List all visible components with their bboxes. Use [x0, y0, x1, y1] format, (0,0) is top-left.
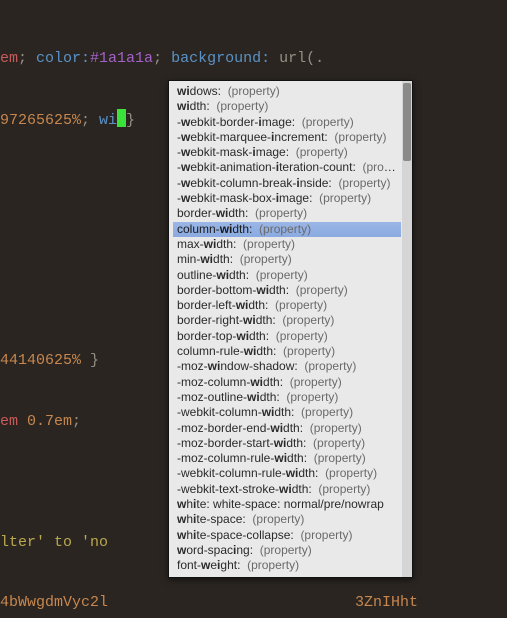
autocomplete-list[interactable]: widows: (property)width: (property)-webk…: [173, 84, 401, 572]
autocomplete-item[interactable]: width: (property): [173, 99, 401, 114]
autocomplete-item[interactable]: outline-width: (property): [173, 268, 401, 283]
autocomplete-item[interactable]: column-width: (property): [173, 222, 401, 237]
autocomplete-item[interactable]: -moz-outline-width: (property): [173, 390, 401, 405]
autocomplete-item[interactable]: white-space-collapse: (property): [173, 528, 401, 543]
autocomplete-item[interactable]: column-rule-width: (property): [173, 344, 401, 359]
autocomplete-popup[interactable]: widows: (property)width: (property)-webk…: [168, 80, 413, 578]
autocomplete-item[interactable]: -webkit-mask-box-image: (property): [173, 191, 401, 206]
autocomplete-item[interactable]: -moz-border-start-width: (property): [173, 436, 401, 451]
autocomplete-item[interactable]: border-width: (property): [173, 206, 401, 221]
autocomplete-item[interactable]: -webkit-border-image: (property): [173, 115, 401, 130]
autocomplete-item[interactable]: font-weight: (property): [173, 558, 401, 572]
scrollbar-thumb[interactable]: [403, 83, 411, 161]
autocomplete-item[interactable]: border-top-width: (property): [173, 329, 401, 344]
autocomplete-item[interactable]: -moz-window-shadow: (property): [173, 359, 401, 374]
code-line: 4bWwgdmVyc2l3ZnIHht: [0, 593, 507, 613]
autocomplete-scrollbar[interactable]: [402, 81, 412, 577]
autocomplete-item[interactable]: widows: (property): [173, 84, 401, 99]
autocomplete-item[interactable]: word-spacing: (property): [173, 543, 401, 558]
autocomplete-item[interactable]: white: white-space: normal/pre/nowrap: [173, 497, 401, 512]
autocomplete-item[interactable]: -webkit-text-stroke-width: (property): [173, 482, 401, 497]
autocomplete-item[interactable]: -webkit-animation-iteration-count: (prop…: [173, 160, 401, 175]
autocomplete-item[interactable]: -webkit-column-rule-width: (property): [173, 466, 401, 481]
autocomplete-item[interactable]: -moz-column-width: (property): [173, 375, 401, 390]
autocomplete-item[interactable]: max-width: (property): [173, 237, 401, 252]
autocomplete-item[interactable]: -webkit-column-break-inside: (property): [173, 176, 401, 191]
autocomplete-item[interactable]: white-space: (property): [173, 512, 401, 527]
text-cursor: [117, 109, 126, 127]
autocomplete-item[interactable]: border-bottom-width: (property): [173, 283, 401, 298]
autocomplete-item[interactable]: -webkit-mask-image: (property): [173, 145, 401, 160]
autocomplete-item[interactable]: -moz-border-end-width: (property): [173, 421, 401, 436]
autocomplete-item[interactable]: min-width: (property): [173, 252, 401, 267]
code-line: em; color:#1a1a1a; background: url(.: [0, 49, 507, 69]
code-editor[interactable]: em; color:#1a1a1a; background: url(. 972…: [0, 0, 507, 618]
autocomplete-item[interactable]: -webkit-marquee-increment: (property): [173, 130, 401, 145]
autocomplete-item[interactable]: border-left-width: (property): [173, 298, 401, 313]
autocomplete-item[interactable]: -webkit-column-width: (property): [173, 405, 401, 420]
autocomplete-item[interactable]: border-right-width: (property): [173, 313, 401, 328]
autocomplete-item[interactable]: -moz-column-rule-width: (property): [173, 451, 401, 466]
